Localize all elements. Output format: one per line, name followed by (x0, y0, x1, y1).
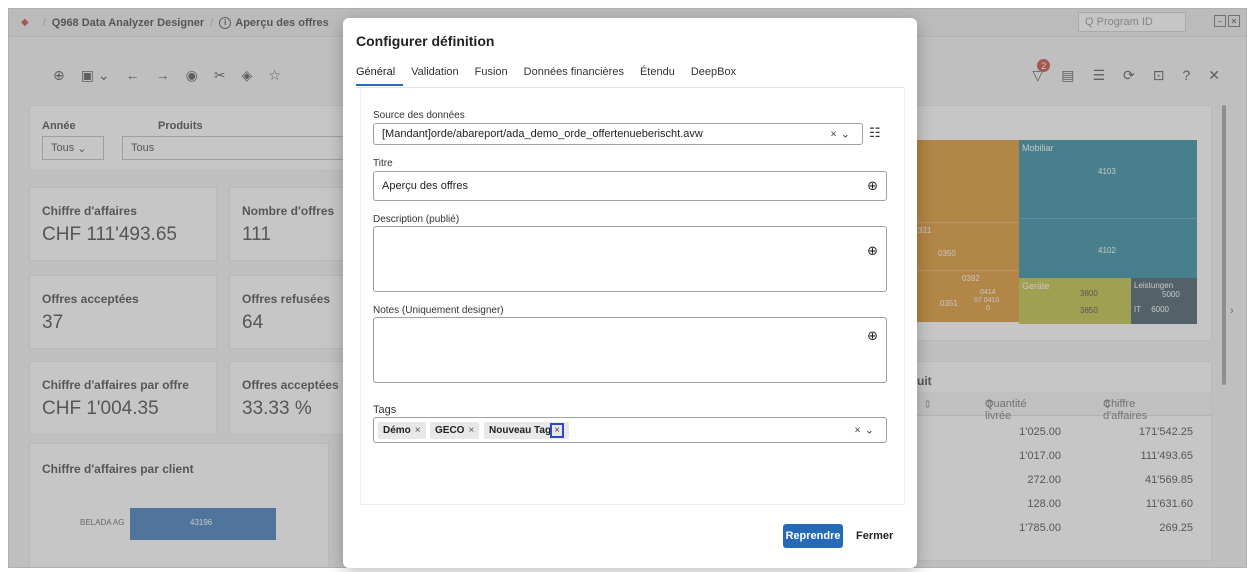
apply-button[interactable]: Reprendre (783, 524, 843, 548)
tab-general[interactable]: Général (356, 66, 404, 86)
globe-icon[interactable]: ⊕ (867, 178, 878, 194)
tab-fusion[interactable]: Fusion (467, 66, 516, 86)
title-input[interactable]: Aperçu des offres ⊕ (373, 171, 887, 201)
tab-extended[interactable]: Étendu (632, 66, 683, 86)
tab-deepbox[interactable]: DeepBox (683, 66, 744, 86)
data-source-value: [Mandant]orde/abareport/ada_demo_orde_of… (382, 128, 703, 140)
tab-validation[interactable]: Validation (403, 66, 467, 86)
tab-financial-data[interactable]: Données financières (516, 66, 632, 86)
tag-chip: GECO × (430, 422, 480, 439)
dialog-title: Configurer définition (356, 33, 495, 49)
globe-icon[interactable]: ⊕ (867, 243, 878, 259)
notes-label: Notes (Uniquement designer) (373, 305, 504, 316)
tag-label: GECO (435, 425, 465, 436)
title-value: Aperçu des offres (382, 180, 469, 192)
clear-and-chevron-icon[interactable]: ×⌄ (854, 424, 878, 437)
remove-tag-icon[interactable]: × (415, 425, 421, 436)
configure-definition-dialog: Configurer définition Général Validation… (343, 18, 917, 568)
source-label: Source des données (373, 110, 465, 121)
remove-tag-icon[interactable]: × (550, 423, 564, 438)
notes-textarea[interactable]: ⊕ (373, 317, 887, 383)
tag-chip: Démo × (378, 422, 426, 439)
remove-tag-icon[interactable]: × (468, 425, 474, 436)
globe-icon[interactable]: ⊕ (867, 328, 878, 344)
data-source-select[interactable]: [Mandant]orde/abareport/ada_demo_orde_of… (373, 123, 863, 145)
tag-label: Nouveau Tag (489, 425, 552, 436)
list-icon[interactable]: ☷ (869, 125, 881, 141)
tag-label: Démo (383, 425, 411, 436)
title-label: Titre (373, 158, 393, 169)
tags-select[interactable]: Démo × GECO × Nouveau Tag × ×⌄ (373, 417, 887, 443)
description-label: Description (publié) (373, 214, 460, 225)
dialog-tabs: Général Validation Fusion Données financ… (356, 66, 744, 86)
tags-label: Tags (373, 404, 397, 416)
close-button[interactable]: Fermer (856, 524, 893, 548)
clear-and-chevron-icon[interactable]: ×⌄ (830, 128, 854, 141)
description-textarea[interactable]: ⊕ (373, 226, 887, 292)
